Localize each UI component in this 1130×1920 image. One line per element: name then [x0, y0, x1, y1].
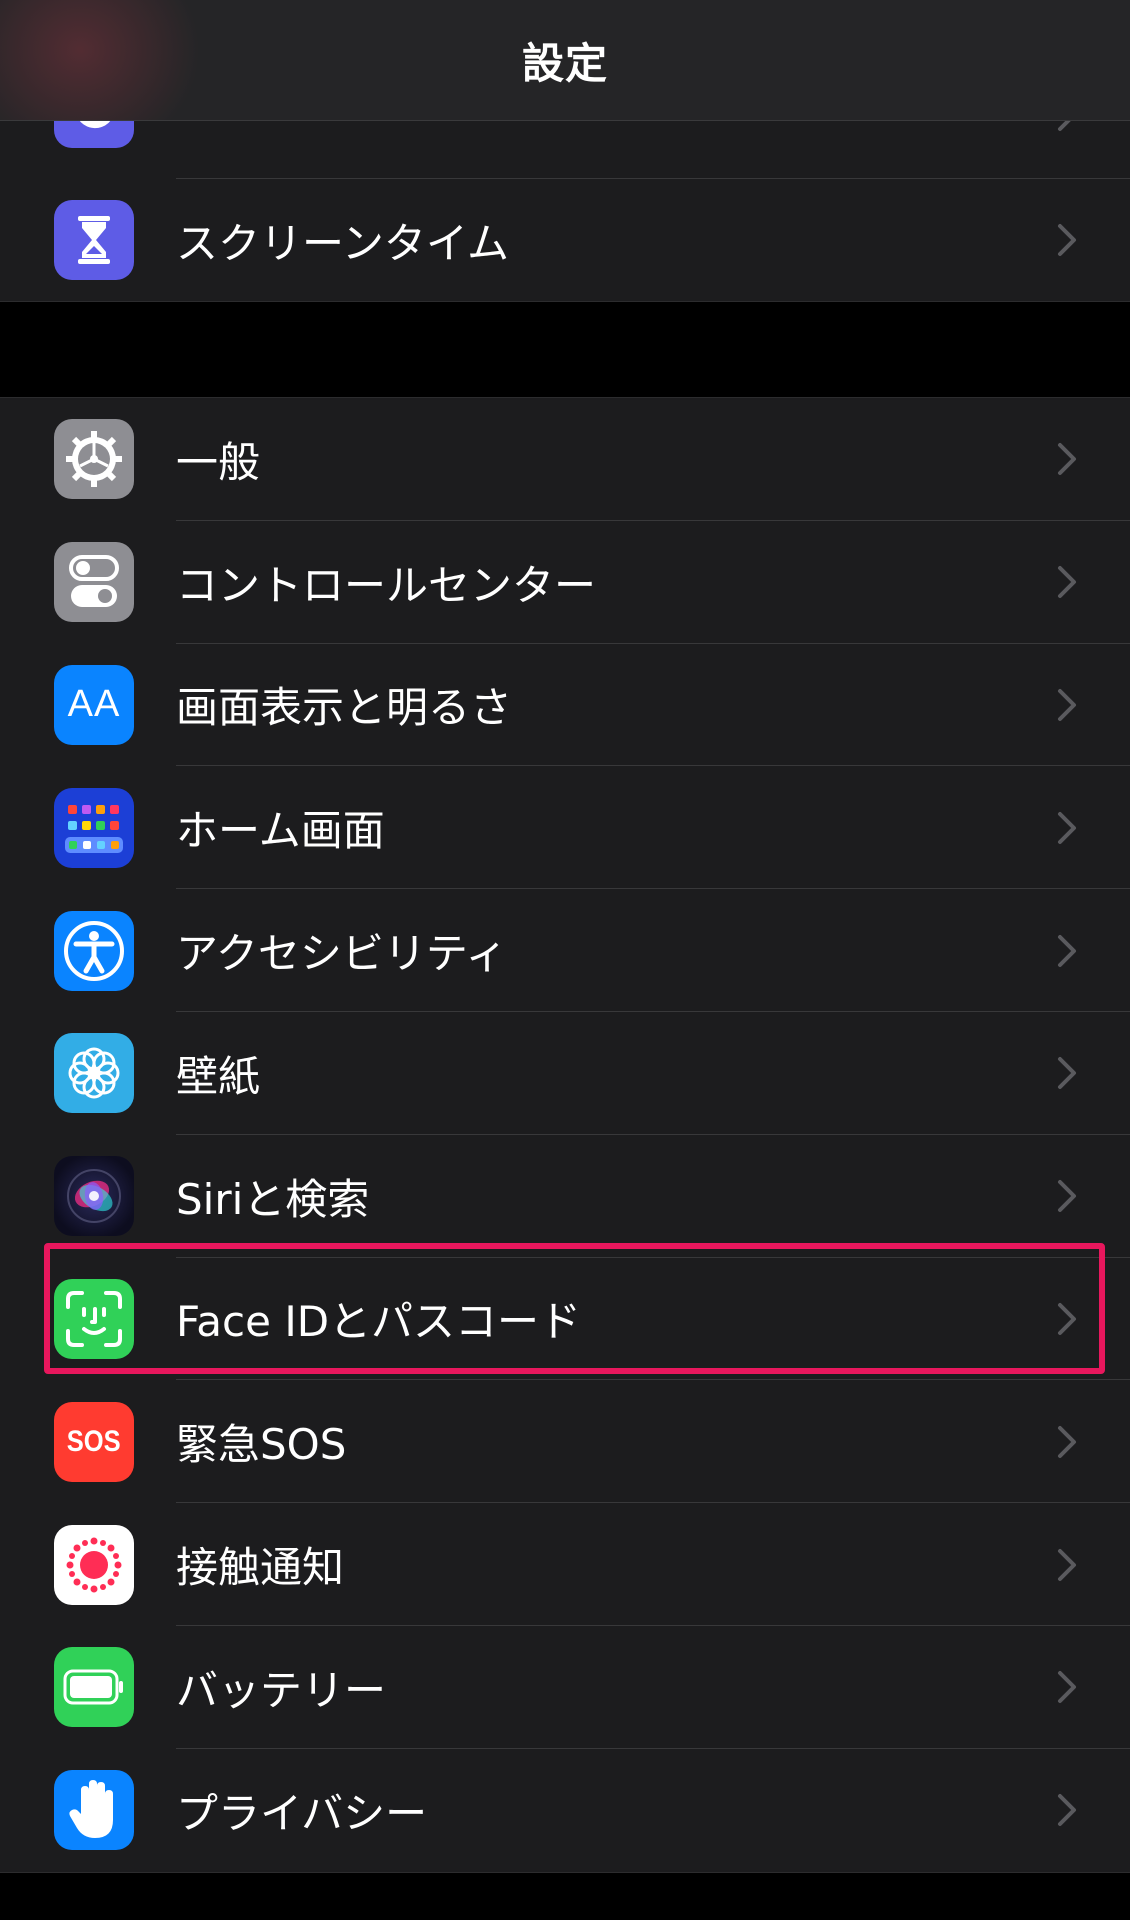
- settings-row-wallpaper[interactable]: 壁紙: [0, 1012, 1130, 1135]
- face-id-highlight-box: [44, 1243, 1105, 1374]
- settings-row-label: 緊急SOS: [176, 1420, 347, 1470]
- navbar-blur-tint: [0, 0, 200, 120]
- battery-icon: [54, 1647, 134, 1728]
- settings-row-exposure-notifications[interactable]: 接触通知: [0, 1503, 1130, 1626]
- settings-row-label: コントロールセンター: [176, 560, 597, 610]
- sos-glyph: SOS: [67, 1424, 121, 1458]
- settings-group-general: 一般 コントロールセンター AA 画面表示と明るさ ホーム画面 アクセシビリティ…: [0, 397, 1130, 1873]
- accessibility-icon: [54, 910, 134, 991]
- settings-row-label: 一般: [176, 437, 261, 487]
- flower-icon: [54, 1033, 134, 1114]
- settings-row-siri-search[interactable]: Siriと検索: [0, 1135, 1130, 1258]
- chevron-right-icon: [1058, 1671, 1076, 1704]
- settings-row-label: バッテリー: [176, 1665, 387, 1715]
- chevron-right-icon: [1058, 688, 1076, 721]
- settings-row-control-center[interactable]: コントロールセンター: [0, 521, 1130, 644]
- settings-row-emergency-sos[interactable]: SOS 緊急SOS: [0, 1380, 1130, 1504]
- hand-icon: [54, 1770, 134, 1851]
- hourglass-icon: [54, 200, 134, 281]
- settings-row-label: 接触通知: [176, 1543, 345, 1593]
- page-title: 設定: [521, 38, 608, 88]
- text-size-icon: AA: [54, 664, 134, 745]
- settings-row-general[interactable]: 一般: [0, 398, 1130, 521]
- settings-row-label: プライバシー: [176, 1788, 428, 1838]
- settings-row-home-screen[interactable]: ホーム画面: [0, 766, 1130, 890]
- chevron-right-icon: [1058, 1180, 1076, 1213]
- siri-icon: [54, 1156, 134, 1237]
- chevron-right-icon: [1058, 1057, 1076, 1090]
- settings-row-label: スクリーンタイム: [176, 218, 510, 268]
- settings-row-battery[interactable]: バッテリー: [0, 1626, 1130, 1749]
- home-grid-icon: [54, 787, 134, 868]
- text-size-glyph: AA: [67, 683, 121, 726]
- settings-row-label: Siriと検索: [176, 1174, 370, 1224]
- chevron-right-icon: [1058, 443, 1076, 476]
- chevron-right-icon: [1058, 1548, 1076, 1581]
- chevron-right-icon: [1058, 566, 1076, 599]
- gear-icon: [54, 419, 134, 500]
- settings-row-screen-time[interactable]: スクリーンタイム: [0, 179, 1130, 302]
- settings-row-display-brightness[interactable]: AA 画面表示と明るさ: [0, 644, 1130, 767]
- toggles-icon: [54, 542, 134, 623]
- settings-row-label: アクセシビリティ: [176, 929, 508, 979]
- exposure-icon: [54, 1524, 134, 1605]
- chevron-right-icon: [1058, 811, 1076, 844]
- sos-icon: SOS: [54, 1401, 134, 1482]
- settings-row-label: 画面表示と明るさ: [176, 683, 513, 733]
- settings-row-accessibility[interactable]: アクセシビリティ: [0, 889, 1130, 1012]
- chevron-right-icon: [1058, 224, 1076, 257]
- settings-row-privacy[interactable]: プライバシー: [0, 1749, 1130, 1872]
- chevron-right-icon: [1058, 1425, 1076, 1458]
- chevron-right-icon: [1058, 934, 1076, 967]
- settings-row-label: 壁紙: [176, 1051, 261, 1101]
- navigation-bar: 設定: [0, 0, 1130, 121]
- settings-row-label: ホーム画面: [176, 806, 385, 856]
- chevron-right-icon: [1058, 1794, 1076, 1827]
